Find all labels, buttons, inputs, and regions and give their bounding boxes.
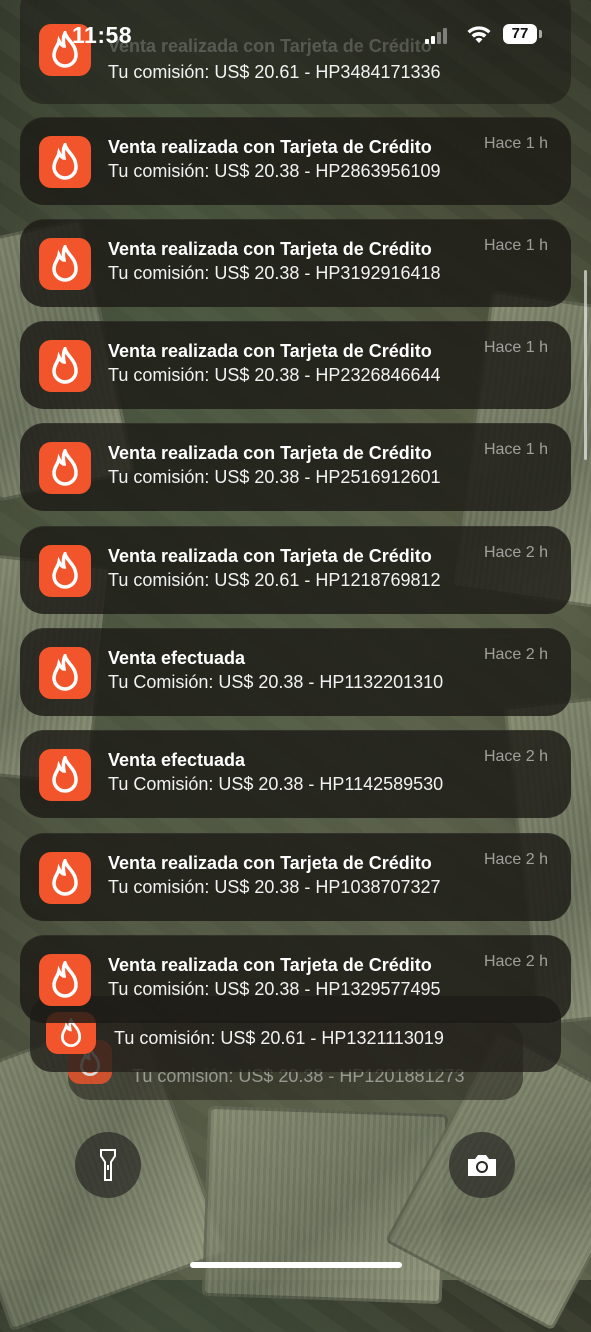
flashlight-icon [100,1149,116,1181]
flashlight-button[interactable] [75,1132,141,1198]
flame-icon [39,647,91,699]
notification-body: Tu Comisión: US$ 20.38 - HP1142589530 [108,774,444,794]
notification-card[interactable]: Venta realizada con Tarjeta de Crédito T… [20,935,571,1023]
notification-card[interactable]: Venta realizada con Tarjeta de Crédito T… [20,219,571,307]
status-time: 11:58 [72,22,133,48]
notification-body: Tu comisión: US$ 20.38 - HP2863956109 [108,161,441,181]
notification-body: Tu comisión: US$ 20.61 - HP1321113019 [114,1028,444,1048]
notification-time: Hace 1 h [483,339,548,356]
flame-icon [39,852,91,904]
notification-title: Venta realizada con Tarjeta de Crédito [108,546,432,566]
scroll-indicator[interactable] [584,270,587,460]
flame-icon [39,136,91,188]
notification-body: Tu comisión: US$ 20.38 - HP3192916418 [108,263,441,283]
flame-icon [39,954,91,1006]
home-indicator[interactable] [190,1262,402,1268]
notification-time: Hace 2 h [483,748,548,765]
status-bar: 11:58 77 [0,0,591,70]
camera-button[interactable] [449,1132,515,1198]
notification-body: Tu Comisión: US$ 20.38 - HP1132201310 [108,672,444,692]
notification-card[interactable]: Venta realizada con Tarjeta de Crédito T… [20,423,571,511]
notification-time: Hace 1 h [483,237,548,254]
notification-title: Venta realizada con Tarjeta de Crédito [108,341,432,361]
notification-title: Venta realizada con Tarjeta de Crédito [108,955,432,975]
flame-icon [39,340,91,392]
notification-body: Tu comisión: US$ 20.38 - HP1038707327 [108,877,441,897]
notification-card[interactable]: Venta efectuada Tu Comisión: US$ 20.38 -… [20,730,571,818]
camera-icon [468,1155,496,1176]
wifi-icon [467,26,491,43]
notification-body: Tu comisión: US$ 20.61 - HP1218769812 [108,570,441,590]
notification-time: Hace 2 h [483,544,548,561]
notification-card[interactable]: Venta efectuada Tu Comisión: US$ 20.38 -… [20,628,571,716]
battery-tip [539,30,542,38]
cellular-signal-icon [425,28,447,44]
flame-icon [39,442,91,494]
notification-body: Tu comisión: US$ 20.38 - HP1329577495 [108,979,441,999]
notification-time: Hace 2 h [483,953,548,970]
notification-title: Venta efectuada [108,648,246,668]
notification-time: Hace 1 h [483,135,548,152]
notification-card[interactable]: Venta realizada con Tarjeta de Crédito T… [20,117,571,205]
notification-title: Venta realizada con Tarjeta de Crédito [108,137,432,157]
notification-card[interactable]: Venta realizada con Tarjeta de Crédito T… [20,833,571,921]
flame-icon [39,749,91,801]
notification-title: Venta realizada con Tarjeta de Crédito [108,443,432,463]
notification-title: Venta efectuada [108,750,246,770]
notification-body: Tu comisión: US$ 20.38 - HP2326846644 [108,365,441,385]
notification-body: Tu comisión: US$ 20.38 - HP2516912601 [108,467,441,487]
notification-time: Hace 1 h [483,441,548,458]
notification-title: Venta realizada con Tarjeta de Crédito [108,853,432,873]
notification-title: Venta realizada con Tarjeta de Crédito [108,239,432,259]
flame-icon [39,545,91,597]
battery-indicator: 77 [503,24,537,44]
notification-time: Hace 2 h [483,646,548,663]
notification-time: Hace 2 h [483,851,548,868]
notification-card[interactable]: Venta realizada con Tarjeta de Crédito T… [20,526,571,614]
notification-card[interactable]: Venta realizada con Tarjeta de Crédito T… [20,321,571,409]
flame-icon [39,238,91,290]
